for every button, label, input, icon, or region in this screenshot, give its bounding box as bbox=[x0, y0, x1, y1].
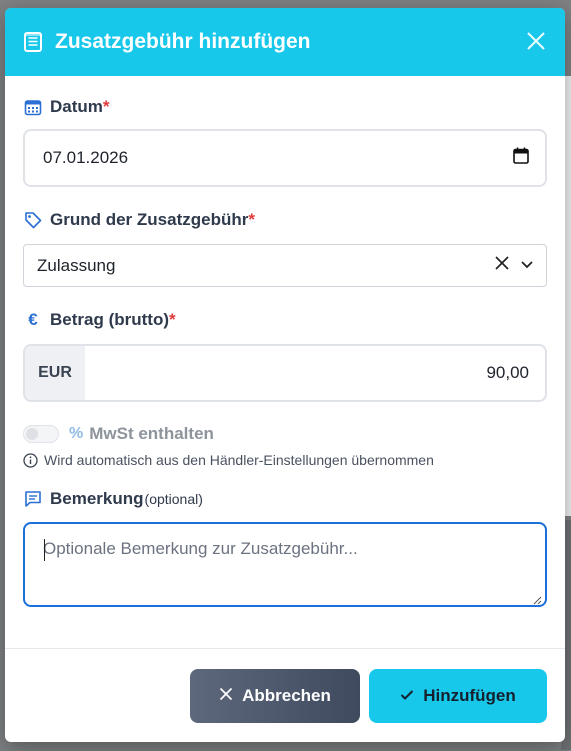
amount-input[interactable]: 90,00 bbox=[85, 346, 545, 400]
euro-icon: € bbox=[28, 310, 38, 329]
reason-select[interactable]: Zulassung bbox=[23, 244, 547, 287]
dialog-header: Zusatzgebühr hinzufügen bbox=[5, 8, 565, 76]
receipt-icon bbox=[23, 31, 45, 53]
cancel-button[interactable]: Abbrechen bbox=[190, 668, 360, 723]
vat-hint: Wird automatisch aus den Händler-Einstel… bbox=[23, 452, 547, 468]
optional-hint: (optional) bbox=[144, 491, 203, 507]
cancel-label: Abbrechen bbox=[242, 685, 331, 705]
add-button[interactable]: Hinzufügen bbox=[369, 668, 547, 723]
close-icon[interactable] bbox=[525, 30, 549, 54]
text-caret bbox=[44, 539, 45, 561]
note-placeholder: Optionale Bemerkung zur Zusatzgebühr... bbox=[43, 539, 358, 558]
required-marker: * bbox=[248, 210, 255, 229]
currency-addon: EUR bbox=[25, 346, 85, 400]
date-label: Datum * bbox=[23, 94, 547, 120]
calendar-picker-icon[interactable] bbox=[513, 147, 529, 169]
note-label: Bemerkung (optional) bbox=[23, 486, 547, 512]
dialog-title: Zusatzgebühr hinzufügen bbox=[55, 30, 311, 53]
dialog-body: Datum * 07.01.2026 Grund der Zusatzgebüh… bbox=[5, 76, 565, 607]
resize-handle[interactable] bbox=[532, 592, 542, 605]
percent-icon: % bbox=[69, 425, 84, 442]
check-icon bbox=[400, 686, 414, 706]
vat-hint-text: Wird automatisch aus den Händler-Einstel… bbox=[44, 452, 434, 468]
required-marker: * bbox=[102, 97, 110, 116]
clear-icon[interactable] bbox=[494, 255, 510, 276]
tag-icon bbox=[23, 210, 43, 230]
add-fee-dialog: Zusatzgebühr hinzufügen Datum * 07.01.20… bbox=[5, 8, 565, 742]
add-label: Hinzufügen bbox=[423, 685, 516, 705]
dialog-footer: Abbrechen Hinzufügen bbox=[5, 648, 565, 742]
chevron-down-icon[interactable] bbox=[520, 257, 534, 275]
info-icon bbox=[23, 452, 39, 468]
date-value: 07.01.2026 bbox=[43, 148, 129, 167]
comment-icon bbox=[23, 489, 43, 509]
amount-input-group: EUR 90,00 bbox=[23, 344, 547, 402]
calendar-icon bbox=[23, 97, 43, 117]
vat-toggle-row: % MwSt enthalten bbox=[23, 420, 547, 448]
note-textarea[interactable]: Optionale Bemerkung zur Zusatzgebühr... bbox=[23, 522, 547, 607]
close-icon bbox=[219, 686, 233, 706]
reason-value: Zulassung bbox=[37, 255, 116, 275]
date-field[interactable]: 07.01.2026 bbox=[23, 129, 547, 187]
required-marker: * bbox=[168, 310, 176, 329]
reason-label: Grund der Zusatzgebühr * bbox=[23, 207, 547, 233]
vat-label: MwSt enthalten bbox=[89, 424, 214, 443]
amount-label: € Betrag (brutto) * bbox=[23, 307, 547, 333]
toggle-knob bbox=[26, 428, 38, 440]
vat-toggle[interactable] bbox=[23, 425, 59, 443]
